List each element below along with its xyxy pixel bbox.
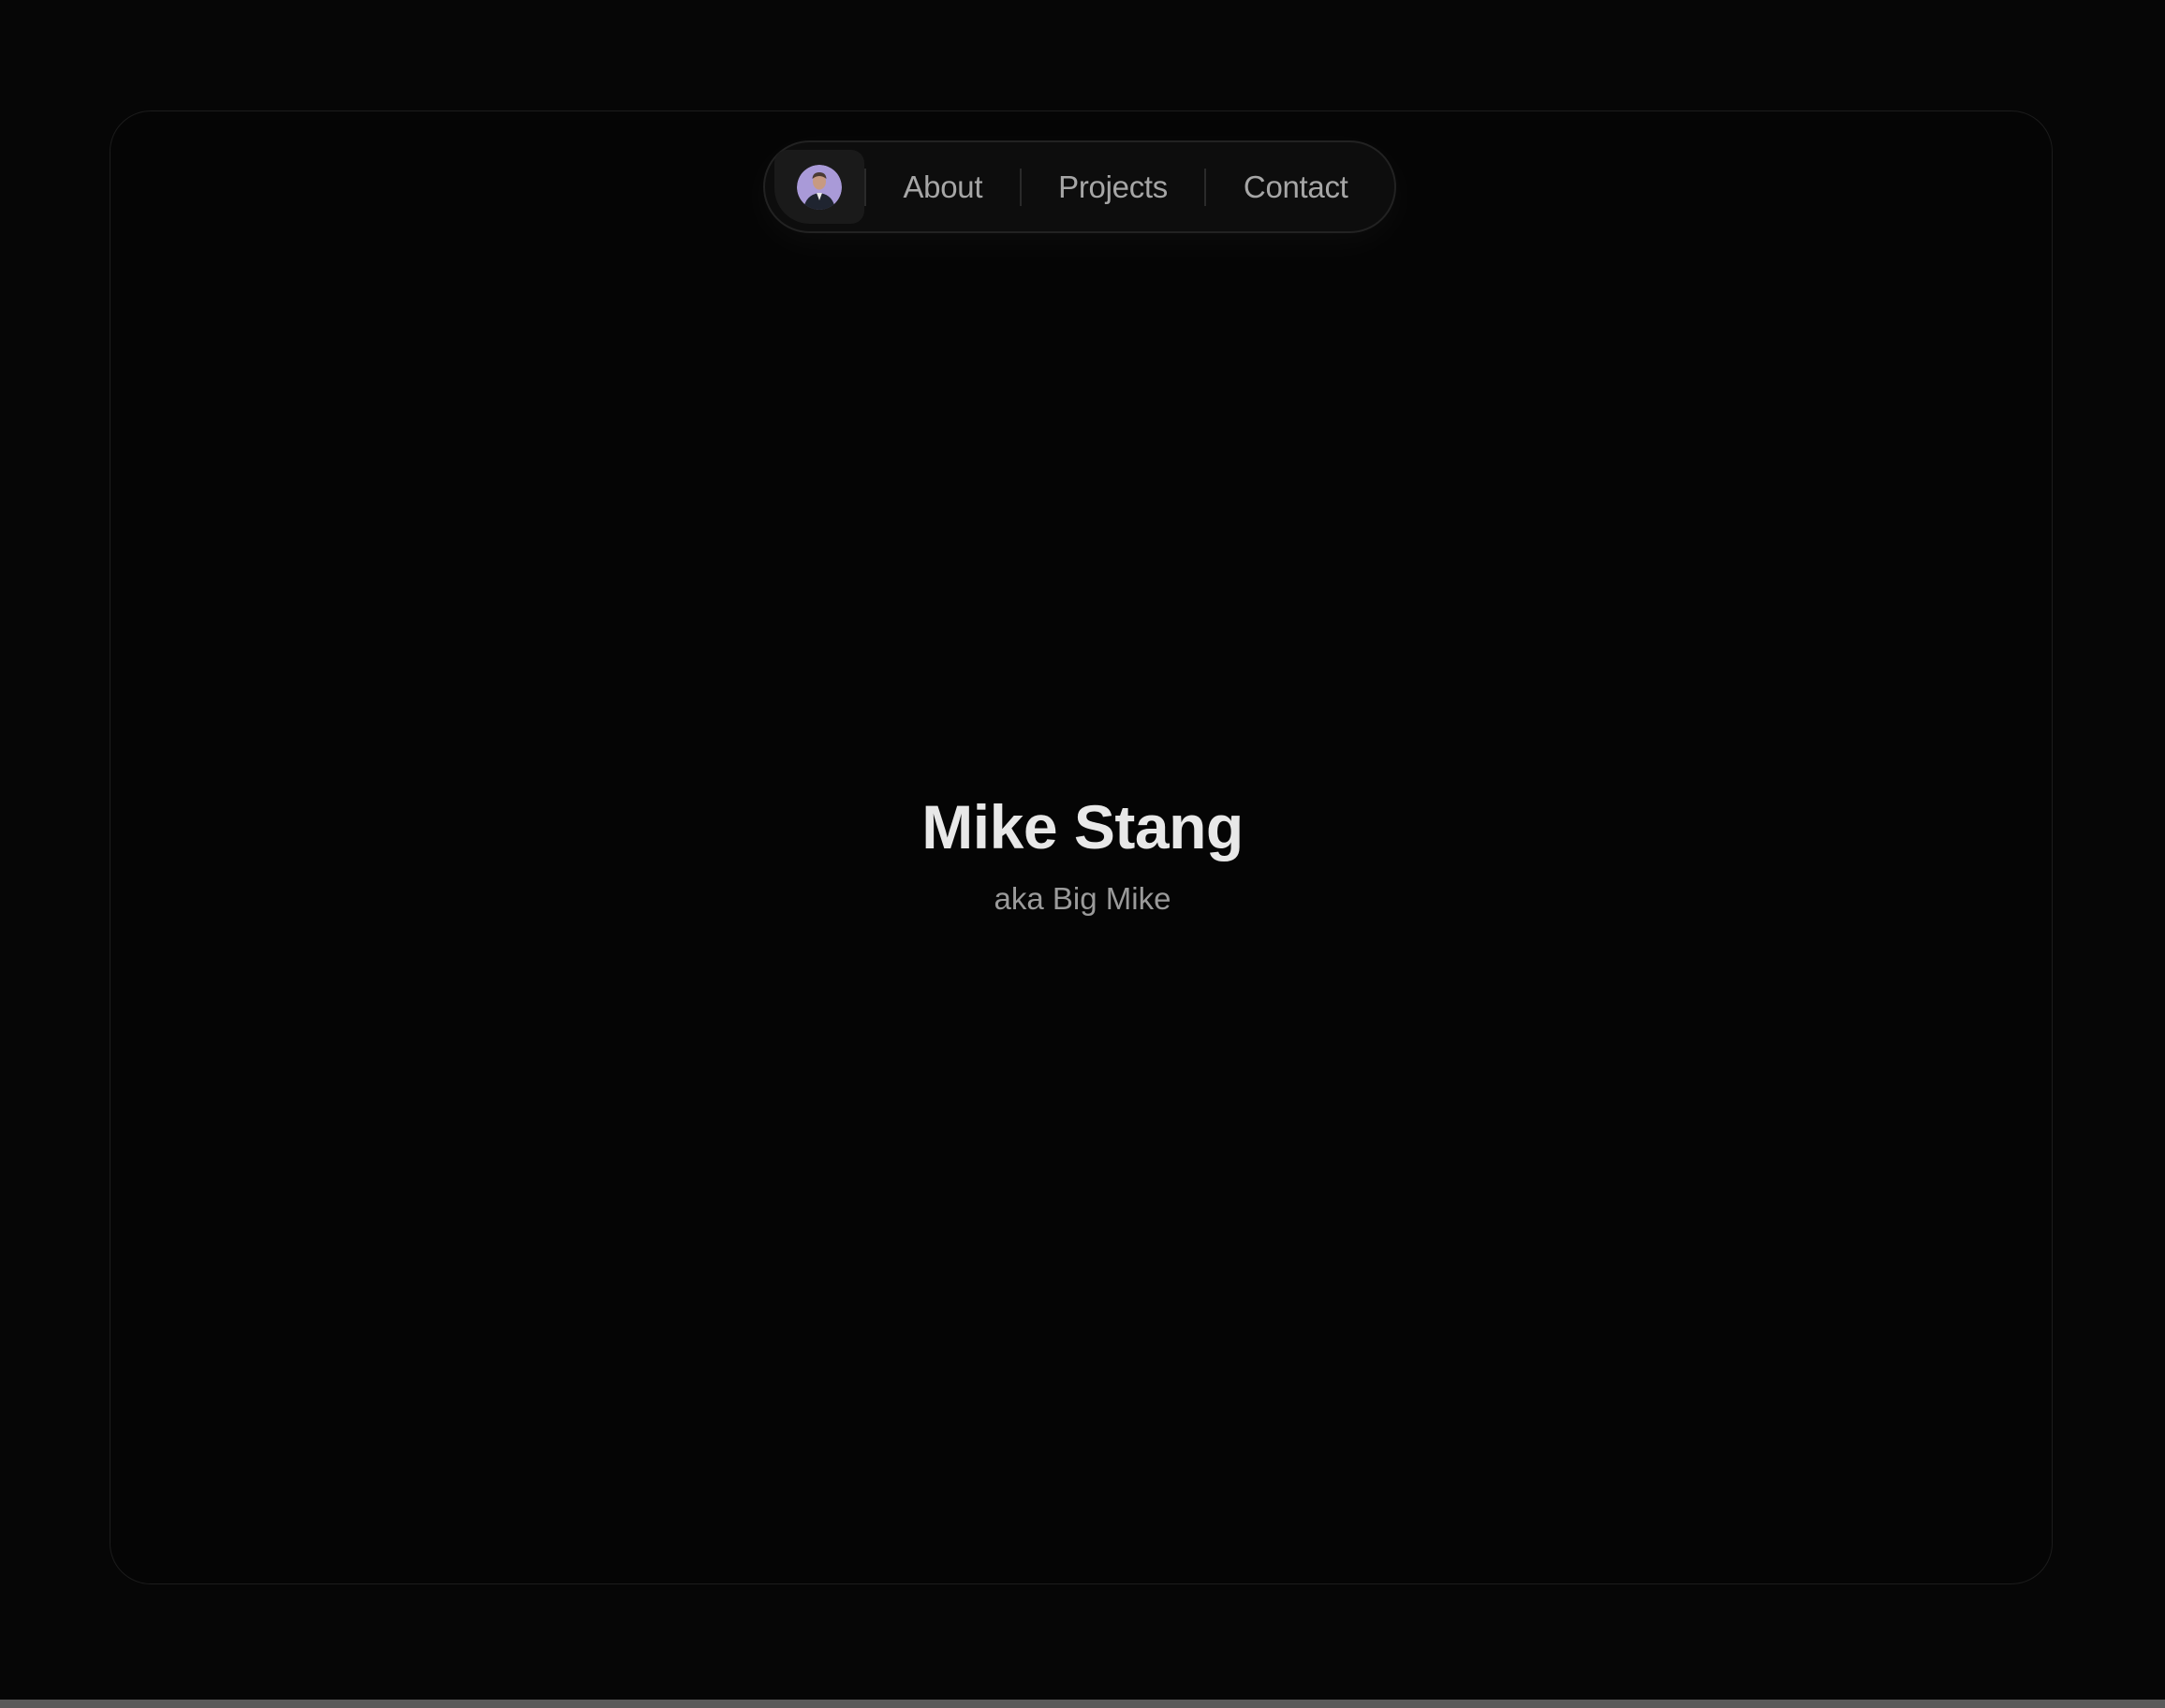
- hero-alias: aka Big Mike: [994, 881, 1171, 916]
- home-avatar-button[interactable]: [774, 150, 864, 224]
- page: About Projects Contact Mike Stang aka Bi…: [0, 0, 2165, 1708]
- hero-name: Mike Stang: [921, 792, 1244, 861]
- top-navigation: About Projects Contact: [763, 140, 1396, 233]
- nav-link-contact[interactable]: Contact: [1206, 169, 1385, 205]
- nav-link-about[interactable]: About: [866, 169, 1020, 205]
- bottom-edge: [0, 1700, 2165, 1708]
- avatar: [797, 164, 842, 210]
- nav-link-projects[interactable]: Projects: [1022, 169, 1205, 205]
